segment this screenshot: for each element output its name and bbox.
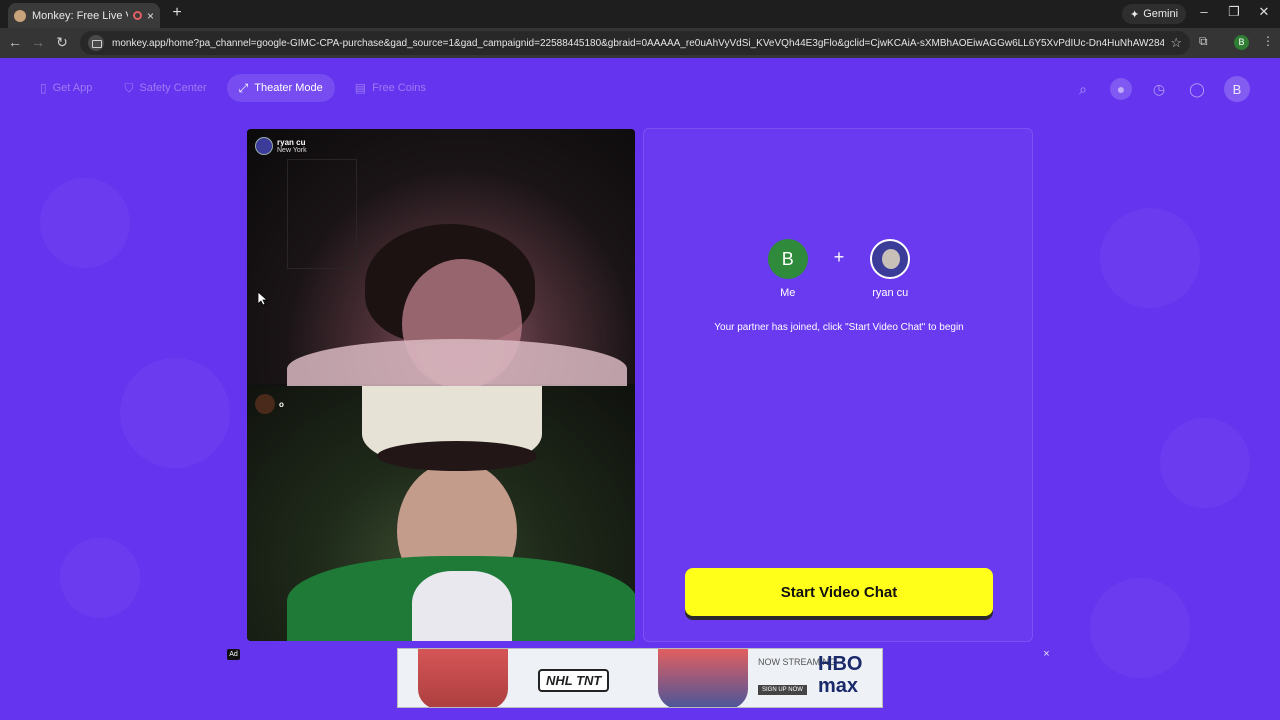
minimize-icon[interactable]: – — [1192, 4, 1216, 19]
ad-close-button[interactable]: × — [1040, 648, 1053, 661]
partner-name: ryan cu — [277, 137, 306, 147]
ad-badge: Ad — [227, 649, 240, 660]
browser-tab[interactable]: Monkey: Free Live Video Ch × — [8, 3, 160, 28]
ad-banner[interactable]: NHL TNT NOW STREAMING SIGN UP NOW HBO ma… — [397, 648, 883, 708]
nav-theater-mode[interactable]: ⤢ Theater Mode — [226, 74, 335, 102]
partner-video[interactable]: ryan cu New York — [247, 129, 635, 399]
white-tee — [412, 571, 512, 641]
browser-profile-avatar[interactable]: B — [1234, 35, 1249, 50]
search-icon[interactable]: ⌕ — [1072, 78, 1094, 100]
match-avatars: B Me + ryan cu — [644, 239, 1034, 299]
user-avatar-button[interactable]: B — [1224, 76, 1250, 102]
top-nav: ▯ Get App ⛉ Safety Center ⤢ Theater Mode… — [28, 74, 438, 102]
background-decoration — [40, 178, 130, 268]
address-bar[interactable]: monkey.app/home?pa_channel=google-GIMC-C… — [80, 31, 1190, 55]
menu-icon[interactable]: ⋮ — [1262, 34, 1274, 48]
monkey-favicon-icon — [14, 9, 26, 22]
video-column: ryan cu New York o — [247, 129, 635, 641]
nav-get-app[interactable]: ▯ Get App — [28, 74, 104, 102]
tab-title: Monkey: Free Live Video Ch — [32, 9, 128, 22]
me-person: B Me — [758, 239, 818, 299]
bookmark-star-icon[interactable]: ☆ — [1170, 35, 1182, 51]
partner-avatar — [255, 137, 273, 155]
sparkle-icon: ✦ — [1130, 8, 1140, 21]
back-icon[interactable]: ← — [6, 34, 24, 50]
chat-icon[interactable]: ◯ — [1186, 78, 1208, 100]
close-window-icon[interactable]: ✕ — [1252, 4, 1276, 20]
tab-search-icon[interactable]: ⧉ — [1199, 34, 1208, 49]
nav-label: Free Coins — [372, 82, 426, 94]
partner-location: New York — [277, 146, 307, 154]
history-icon[interactable]: ◷ — [1148, 78, 1170, 100]
forward-icon[interactable]: → — [29, 34, 47, 50]
gemini-label: Gemini — [1143, 8, 1179, 20]
self-video-label: o — [255, 394, 284, 414]
self-avatar — [255, 394, 275, 414]
partner-person: ryan cu — [860, 239, 920, 299]
self-name: o — [279, 399, 284, 409]
nav-label: Get App — [52, 82, 93, 94]
nav-safety-center[interactable]: ⛉ Safety Center — [112, 74, 218, 102]
nav-free-coins[interactable]: ▤ Free Coins — [343, 74, 438, 102]
url-text: monkey.app/home?pa_channel=google-GIMC-C… — [112, 37, 1165, 49]
recording-icon — [132, 11, 142, 20]
ad-players-right — [658, 649, 748, 707]
monkey-avatar-icon[interactable]: ● — [1110, 78, 1132, 100]
partner-video-label: ryan cu New York — [255, 137, 307, 155]
ad-players-left — [418, 649, 508, 707]
shield-icon: ⛉ — [124, 80, 134, 95]
coins-icon: ▤ — [354, 81, 367, 95]
tab-close-button[interactable]: × — [147, 9, 154, 23]
phone-icon: ▯ — [40, 81, 47, 95]
mouse-cursor-icon — [257, 291, 269, 311]
nav-label: Safety Center — [139, 82, 207, 94]
nav-label: Theater Mode — [254, 82, 323, 94]
self-video[interactable]: o — [247, 386, 635, 641]
reload-icon[interactable]: ↻ — [53, 34, 71, 51]
status-text: Your partner has joined, click "Start Vi… — [714, 322, 964, 333]
restore-icon[interactable]: ❐ — [1222, 4, 1246, 20]
browser-toolbar: ← → ↻ monkey.app/home?pa_channel=google-… — [0, 28, 1280, 58]
site-info-icon[interactable] — [88, 35, 104, 51]
match-panel: B Me + ryan cu Your partner has joined, … — [643, 128, 1033, 642]
cap-brim — [377, 441, 537, 471]
background-decoration — [1090, 578, 1190, 678]
monkey-page: ▯ Get App ⛉ Safety Center ⤢ Theater Mode… — [0, 58, 1280, 720]
plus-icon: + — [833, 247, 845, 267]
browser-tab-bar: Monkey: Free Live Video Ch × + ✦ Gemini … — [0, 0, 1280, 28]
ad-brand-logo: HBO max — [818, 653, 863, 697]
partner-label: ryan cu — [872, 287, 909, 299]
background-decoration — [120, 358, 230, 468]
ad-league-logo: NHL TNT — [538, 669, 610, 692]
background-decoration — [1100, 208, 1200, 308]
start-video-chat-button[interactable]: Start Video Chat — [685, 568, 993, 616]
me-label: Me — [780, 287, 796, 299]
background-window — [287, 159, 357, 269]
header-actions: ⌕ ● ◷ ◯ B — [1072, 76, 1250, 102]
expand-icon: ⤢ — [238, 80, 249, 95]
gemini-button[interactable]: ✦ Gemini — [1122, 4, 1187, 24]
partner-match-avatar — [870, 239, 911, 279]
me-avatar: B — [767, 239, 808, 279]
background-decoration — [60, 538, 140, 618]
background-decoration — [1160, 418, 1250, 508]
ad-sign-up[interactable]: SIGN UP NOW — [758, 685, 807, 695]
new-tab-button[interactable]: + — [168, 4, 186, 22]
